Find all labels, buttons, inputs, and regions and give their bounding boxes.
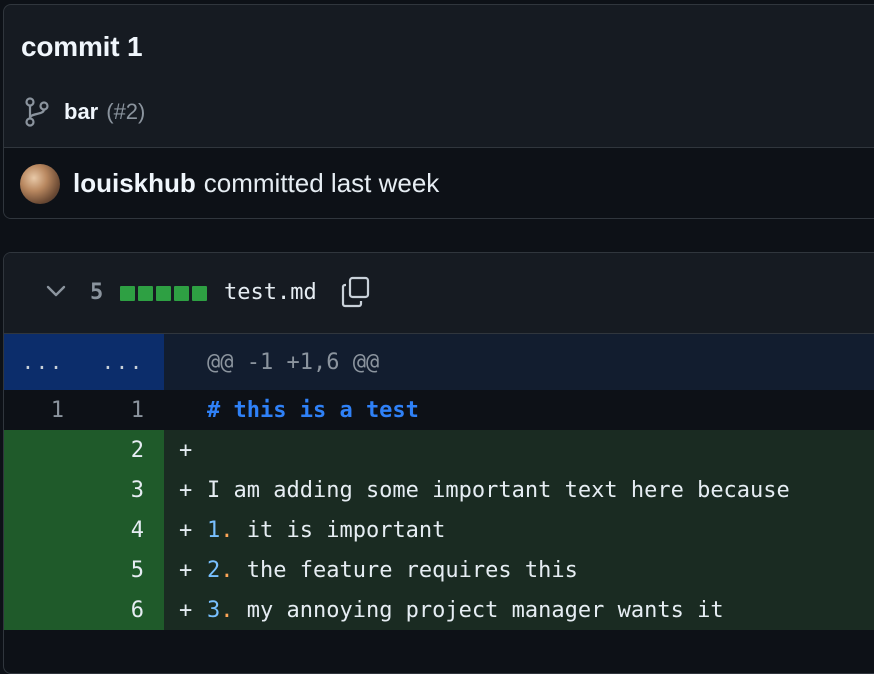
new-line-number[interactable]: 5 [84,558,164,583]
new-line-number[interactable]: 3 [84,478,164,503]
context-code: # this is a test [207,397,419,423]
added-code: +3. my annoying project manager wants it [164,590,874,630]
context-row: 1 1 # this is a test [4,390,874,430]
added-row: 3 + I am adding some important text here … [4,470,874,510]
new-line-number[interactable]: 1 [84,398,164,423]
diffstat-block [174,286,189,301]
diffstat-block [138,286,153,301]
added-row: 4 +1. it is important [4,510,874,550]
hunk-header: @@ -1 +1,6 @@ [164,334,874,390]
added-code: + I am adding some important text here be… [164,470,874,510]
diffstat-block [120,286,135,301]
old-line-number[interactable]: 1 [4,398,84,423]
hunk-expand-gutter[interactable]: ... ... [4,334,164,390]
copy-icon[interactable] [340,275,372,309]
file-diff: 5 test.md ... ... @@ -1 +1,6 @@ 1 1 # th… [3,252,874,674]
diffstat-bar [120,286,207,301]
pull-request-link[interactable]: (#2) [106,99,145,125]
branch-name-link[interactable]: bar [64,99,98,125]
added-row: 6 +3. my annoying project manager wants … [4,590,874,630]
change-count: 5 [90,280,104,305]
added-code: + [164,430,874,470]
git-branch-icon [25,97,49,127]
added-row: 5 +2. the feature requires this [4,550,874,590]
added-code: +2. the feature requires this [164,550,874,590]
added-row: 2 + [4,430,874,470]
diff-lines: ... ... @@ -1 +1,6 @@ 1 1 # this is a te… [4,334,874,630]
avatar[interactable] [20,163,60,204]
new-line-number[interactable]: 2 [84,438,164,463]
file-header: 5 test.md [4,253,874,334]
hunk-new-expander[interactable]: ... [84,350,164,374]
new-line-number[interactable]: 4 [84,518,164,543]
new-line-number[interactable]: 6 [84,598,164,623]
commit-meta: committed last week [203,168,440,198]
file-name-link[interactable]: test.md [224,280,317,305]
added-code: +1. it is important [164,510,874,550]
branch-row: bar (#2) [24,95,145,129]
diffstat-block [192,286,207,301]
author-row: louiskhub committed last week [4,147,874,218]
commit-title: commit 1 [21,31,143,62]
commit-header-card: commit 1 bar (#2) louiskhub committed la… [3,4,874,219]
author-name-link[interactable]: louiskhub [73,168,196,199]
hunk-row: ... ... @@ -1 +1,6 @@ [4,334,874,390]
hunk-old-expander[interactable]: ... [4,350,84,374]
diffstat-block [156,286,171,301]
chevron-down-icon[interactable] [44,279,68,303]
